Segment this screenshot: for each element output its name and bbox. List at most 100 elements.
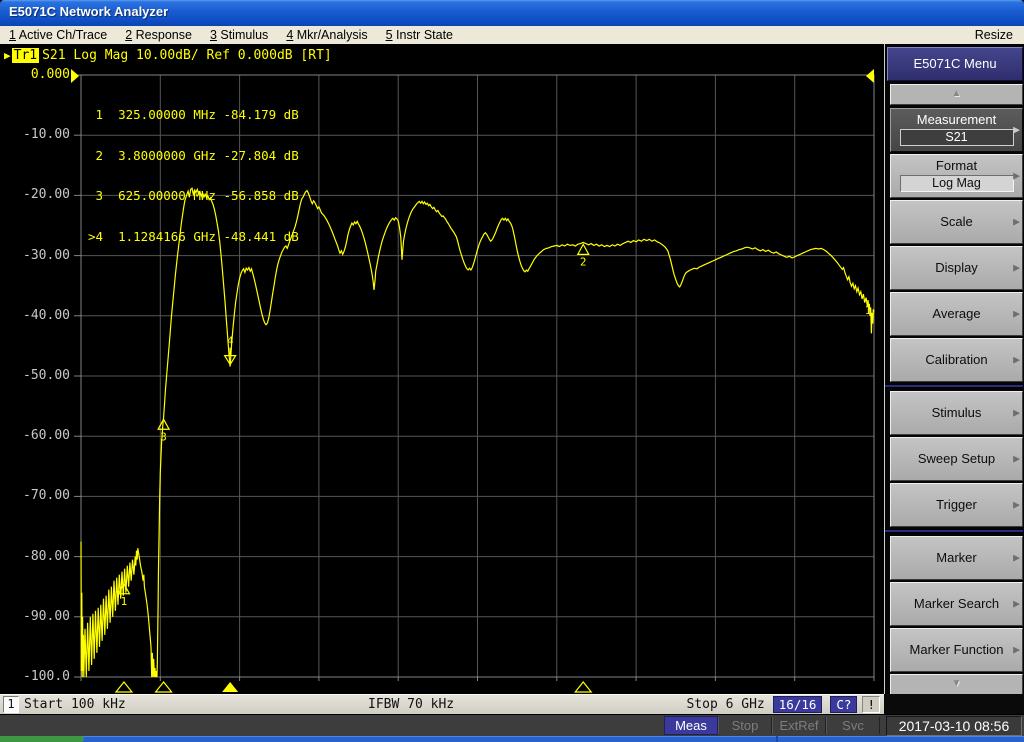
app-window: E5071C Network Analyzer 1 Active Ch/Trac…	[0, 0, 1024, 742]
submenu-arrow-icon: ▶	[1013, 308, 1020, 319]
softkey-marker-function[interactable]: Marker Function ▶	[890, 628, 1023, 672]
softkey-calibration[interactable]: Calibration ▶	[890, 338, 1023, 382]
channel-number-box: 1	[3, 696, 19, 713]
submenu-arrow-icon: ▶	[1013, 407, 1020, 418]
marker-number: 1	[121, 595, 128, 608]
marker-number: 2	[580, 255, 587, 268]
menu-instr-state[interactable]: 5 Instr State	[377, 28, 462, 42]
stimulus-marker-icon	[573, 681, 593, 693]
stimulus-marker-icon	[222, 682, 239, 692]
softkey-label: Measurement	[916, 112, 997, 127]
submenu-arrow-icon: ▶	[1013, 262, 1020, 273]
menu-label: Response	[135, 28, 192, 42]
stimulus-marker-icon	[154, 681, 173, 693]
submenu-arrow-icon: ▶	[1013, 354, 1020, 365]
start-button[interactable]	[0, 736, 84, 742]
softkey-measurement[interactable]: Measurement S21 ▶	[890, 108, 1023, 152]
menu-accel: 5	[385, 28, 393, 42]
menu-resize[interactable]: Resize	[966, 28, 1024, 42]
submenu-arrow-icon: ▶	[1013, 453, 1020, 464]
reference-level-left-icon	[71, 69, 79, 83]
submenu-arrow-icon: ▶	[1013, 216, 1020, 227]
stimulus-marker-icon	[114, 681, 134, 693]
marker-number: 3	[160, 430, 167, 443]
window-titlebar[interactable]: E5071C Network Analyzer	[0, 0, 1024, 26]
marker-number: 4	[227, 335, 234, 348]
menu-accel: 1	[9, 28, 16, 42]
marker-table-row: 1 325.00000 MHz -84.179 dB	[88, 107, 299, 122]
reference-level-right-icon	[866, 69, 874, 83]
softkey-average[interactable]: Average ▶	[890, 292, 1023, 336]
softkey-value: Log Mag	[899, 175, 1014, 192]
submenu-arrow-icon: ▶	[1013, 644, 1020, 655]
marker-table-row: 2 3.8000000 GHz -27.804 dB	[88, 147, 299, 163]
softkey-label: Marker Search	[913, 596, 1000, 611]
menu-stimulus[interactable]: 3 Stimulus	[201, 28, 277, 42]
softkey-marker-search[interactable]: Marker Search ▶	[890, 582, 1023, 626]
stop-frequency: Stop 6 GHz	[686, 697, 765, 712]
state-extref: ExtRef	[772, 717, 826, 734]
status-corner-filler	[884, 694, 1024, 714]
averaging-count-badge: 16/16	[772, 696, 823, 713]
menu-bar: 1 Active Ch/Trace 2 Response 3 Stimulus …	[0, 26, 1024, 44]
softkey-scale[interactable]: Scale ▶	[890, 200, 1023, 244]
menu-accel: 4	[286, 28, 294, 42]
window-title: E5071C Network Analyzer	[9, 4, 169, 19]
datetime-display: 2017-03-10 08:56	[886, 715, 1022, 736]
menu-active-ch-trace[interactable]: 1 Active Ch/Trace	[0, 28, 116, 42]
softkey-scroll-down-button[interactable]: ▼	[890, 674, 1023, 695]
submenu-arrow-icon: ▶	[1013, 552, 1020, 563]
softkey-label: Scale	[940, 214, 973, 229]
softkey-marker[interactable]: Marker ▶	[890, 536, 1023, 580]
menu-label: Stimulus	[220, 28, 269, 42]
softkey-stimulus[interactable]: Stimulus ▶	[890, 391, 1023, 435]
scroll-up-icon: ▲	[951, 88, 962, 99]
softkey-menu-title: E5071C Menu	[887, 47, 1023, 81]
menu-label: Active Ch/Trace	[18, 28, 108, 42]
softkey-scroll-up-button[interactable]: ▲	[890, 84, 1023, 105]
softkey-label: Marker Function	[909, 642, 1004, 657]
menu-label: Mkr/Analysis	[296, 28, 368, 42]
softkey-label: Sweep Setup	[917, 451, 996, 466]
softkey-separator	[884, 529, 1023, 533]
menu-accel: 2	[125, 28, 133, 42]
softkey-label: Trigger	[936, 497, 977, 512]
softkey-value: S21	[899, 129, 1014, 146]
submenu-arrow-icon: ▶	[1013, 499, 1020, 510]
warning-indicator: !	[862, 696, 880, 713]
softkey-menu: E5071C Menu ▲ Measurement S21 ▶ Format L…	[884, 44, 1024, 695]
menu-mkr-analysis[interactable]: 4 Mkr/Analysis	[277, 28, 376, 42]
softkey-separator	[884, 384, 1023, 388]
state-stop: Stop	[718, 717, 772, 734]
channel-status-bar: 1 Start 100 kHz IFBW 70 kHz Stop 6 GHz 1…	[0, 694, 884, 714]
softkey-label: Calibration	[925, 352, 988, 367]
softkey-display[interactable]: Display ▶	[890, 246, 1023, 290]
submenu-arrow-icon: ▶	[1013, 170, 1020, 181]
marker-table-row: >4 1.1284166 GHz -48.441 dB	[88, 228, 299, 244]
trace-end-number: 1	[865, 304, 872, 317]
softkey-label: Stimulus	[931, 405, 982, 420]
taskbar-highlight	[0, 736, 1024, 737]
analyzer-screen: ▶ Tr1 S21 Log Mag 10.00dB/ Ref 0.000dB [RT…	[0, 44, 884, 694]
menu-label: Instr State	[396, 28, 454, 42]
softkey-sweep-setup[interactable]: Sweep Setup ▶	[890, 437, 1023, 481]
windows-taskbar[interactable]	[0, 736, 1024, 742]
softkey-label: Display	[935, 260, 978, 275]
ifbw-readout: IFBW 70 kHz	[368, 697, 455, 712]
menu-response[interactable]: 2 Response	[116, 28, 201, 42]
taskbar-divider	[776, 736, 778, 742]
cal-status-badge: C?	[830, 696, 858, 713]
start-frequency: Start 100 kHz	[24, 697, 126, 712]
marker-table: 1 325.00000 MHz -84.179 dB 2 3.8000000 G…	[88, 81, 299, 270]
softkey-label: Format	[935, 158, 978, 173]
marker-icon	[576, 243, 590, 255]
instrument-status-bar: Meas Stop ExtRef Svc 2017-03-10 08:56	[0, 714, 1024, 736]
marker-table-row: 3 625.00000 MHz -56.858 dB	[88, 188, 299, 203]
state-svc: Svc	[826, 717, 880, 734]
submenu-arrow-icon: ▶	[1013, 124, 1020, 135]
scroll-down-icon: ▼	[951, 678, 962, 689]
softkey-format[interactable]: Format Log Mag ▶	[890, 154, 1023, 198]
state-meas: Meas	[664, 716, 718, 735]
softkey-trigger[interactable]: Trigger ▶	[890, 483, 1023, 527]
softkey-label: Average	[932, 306, 981, 321]
